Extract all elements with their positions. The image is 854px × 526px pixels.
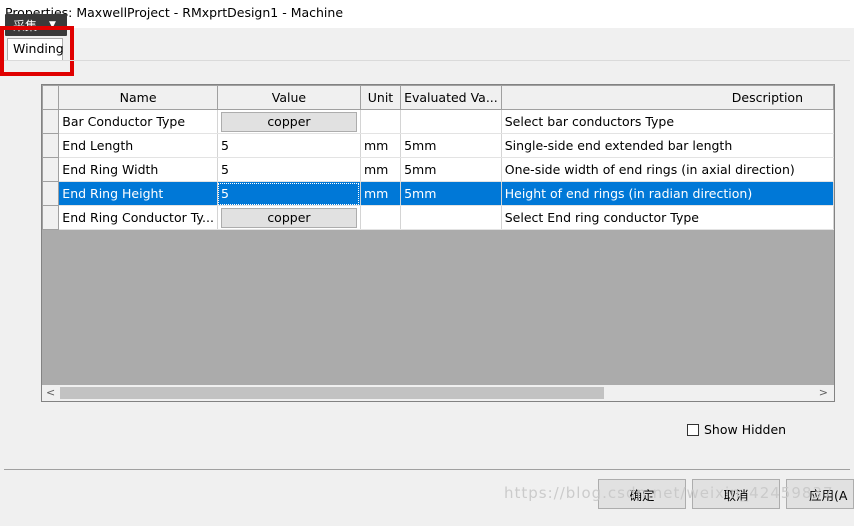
cell-name: Bar Conductor Type xyxy=(58,109,218,134)
cell-evaluated: 5mm xyxy=(400,157,502,182)
column-header-evaluated[interactable]: Evaluated Va... xyxy=(400,85,502,110)
cell-evaluated xyxy=(400,205,502,230)
table-row[interactable]: Bar Conductor Type copper Select bar con… xyxy=(42,109,834,134)
row-selector[interactable] xyxy=(42,109,60,134)
cancel-button[interactable]: 取消 xyxy=(692,479,780,509)
cell-description: One-side width of end rings (in axial di… xyxy=(500,157,834,182)
cell-unit: mm xyxy=(359,181,402,206)
cell-name: End Ring Width xyxy=(58,157,218,182)
cell-unit: mm xyxy=(359,157,402,182)
table-header-row: Name Value Unit Evaluated Va... Descript… xyxy=(42,85,834,110)
cell-value[interactable]: copper xyxy=(216,109,361,134)
material-button[interactable]: copper xyxy=(220,207,357,228)
scrollbar-thumb[interactable] xyxy=(60,387,604,399)
chevron-down-icon: ▼ xyxy=(49,20,56,30)
show-hidden-option[interactable]: Show Hidden xyxy=(687,422,786,437)
cell-value[interactable]: copper xyxy=(216,205,361,230)
apply-button[interactable]: 应用(A xyxy=(786,479,854,509)
row-selector[interactable] xyxy=(42,205,60,230)
table-row[interactable]: End Ring Conductor Ty... copper Select E… xyxy=(42,205,834,230)
column-header-description[interactable]: Description xyxy=(500,85,834,110)
column-header-value[interactable]: Value xyxy=(216,85,361,110)
cell-description: Select bar conductors Type xyxy=(500,109,834,134)
tab-winding[interactable]: Winding xyxy=(7,38,64,60)
cell-unit xyxy=(359,205,402,230)
chevron-right-icon[interactable]: > xyxy=(819,386,828,399)
row-selector[interactable] xyxy=(42,157,60,182)
tab-winding-label: Winding xyxy=(13,41,64,56)
show-hidden-label: Show Hidden xyxy=(704,422,787,437)
cell-description: Single-side end extended bar length xyxy=(500,133,834,158)
cell-evaluated: 5mm xyxy=(400,181,502,206)
row-selector-header xyxy=(42,85,60,110)
cell-unit: mm xyxy=(359,133,402,158)
property-grid[interactable]: Name Value Unit Evaluated Va... Descript… xyxy=(41,84,835,402)
cell-unit xyxy=(359,109,402,134)
capture-button[interactable]: 采集 ▼ xyxy=(5,14,67,36)
column-header-name[interactable]: Name xyxy=(58,85,218,110)
cell-evaluated: 5mm xyxy=(400,133,502,158)
table-row[interactable]: End Length 5 mm 5mm Single-side end exte… xyxy=(42,133,834,158)
column-header-unit[interactable]: Unit xyxy=(359,85,402,110)
cell-description: Select End ring conductor Type xyxy=(500,205,834,230)
cell-evaluated xyxy=(400,109,502,134)
row-selector[interactable] xyxy=(42,181,60,206)
row-selector[interactable] xyxy=(42,133,60,158)
title-bar: Properties: MaxwellProject - RMxprtDesig… xyxy=(0,0,854,28)
table-row[interactable]: End Ring Width 5 mm 5mm One-side width o… xyxy=(42,157,834,182)
cell-value[interactable]: 5 xyxy=(216,157,361,182)
show-hidden-checkbox[interactable] xyxy=(687,423,699,436)
cell-name: End Length xyxy=(58,133,218,158)
divider xyxy=(4,469,850,470)
cell-value[interactable]: 5 xyxy=(216,181,361,206)
ok-button[interactable]: 确定 xyxy=(598,479,686,509)
property-table: Name Value Unit Evaluated Va... Descript… xyxy=(42,85,834,230)
capture-label: 采集 xyxy=(13,18,38,33)
table-row-selected[interactable]: End Ring Height 5 mm 5mm Height of end r… xyxy=(42,181,834,206)
material-button[interactable]: copper xyxy=(220,111,357,132)
horizontal-scrollbar[interactable]: < > xyxy=(42,385,834,401)
cell-name: End Ring Conductor Ty... xyxy=(58,205,218,230)
cell-value[interactable]: 5 xyxy=(216,133,361,158)
cell-name: End Ring Height xyxy=(58,181,218,206)
cell-description: Height of end rings (in radian direction… xyxy=(500,181,834,206)
chevron-left-icon[interactable]: < xyxy=(46,386,55,399)
